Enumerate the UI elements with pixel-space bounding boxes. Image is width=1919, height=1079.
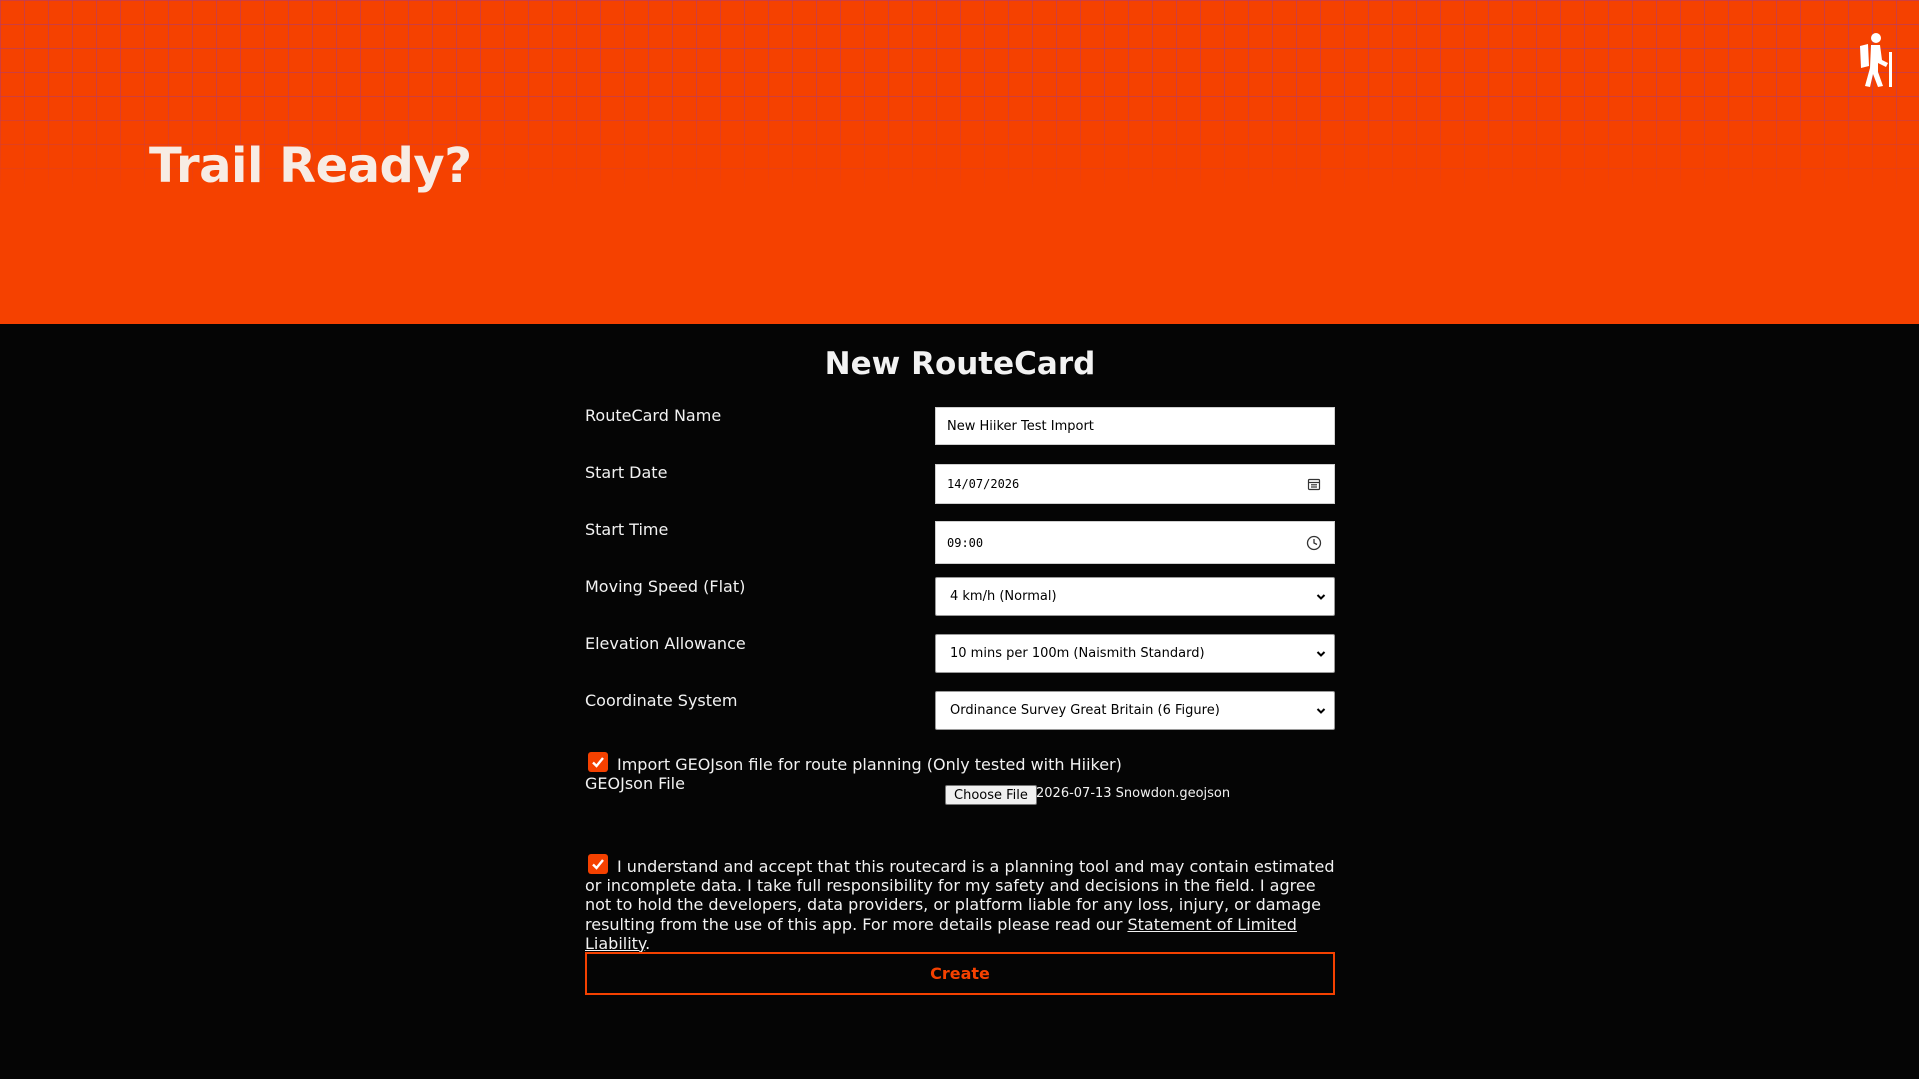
routecard-name-value: New Hiiker Test Import (947, 418, 1094, 434)
liability-disclaimer: I understand and accept that this routec… (585, 857, 1335, 953)
clock-icon[interactable] (1306, 535, 1322, 551)
chevron-down-icon (1316, 707, 1326, 714)
coordinate-system-value: Ordinance Survey Great Britain (6 Figure… (950, 703, 1220, 718)
start-date-label: Start Date (585, 463, 668, 482)
elevation-allowance-select[interactable]: 10 mins per 100m (Naismith Standard) (935, 634, 1335, 673)
hero-banner: Trail Ready? (0, 0, 1919, 324)
routecard-name-input[interactable]: New Hiiker Test Import (935, 407, 1335, 445)
start-date-input[interactable]: 14/07/2026 (935, 464, 1335, 504)
elevation-allowance-value: 10 mins per 100m (Naismith Standard) (950, 646, 1205, 661)
selected-file-name: 2026-07-13 Snowdon.geojson (1036, 786, 1231, 801)
start-time-label: Start Time (585, 520, 669, 539)
moving-speed-value: 4 km/h (Normal) (950, 589, 1057, 604)
import-geojson-checkbox[interactable] (588, 752, 608, 772)
elevation-allowance-label: Elevation Allowance (585, 634, 746, 653)
page-title: Trail Ready? (149, 138, 472, 194)
moving-speed-select[interactable]: 4 km/h (Normal) (935, 577, 1335, 616)
import-geojson-label: Import GEOJson file for route planning (… (617, 755, 1122, 774)
create-button[interactable]: Create (585, 952, 1335, 995)
coordinate-system-label: Coordinate System (585, 691, 738, 710)
disclaimer-suffix: . (645, 933, 651, 953)
geojson-file-label: GEOJson File (585, 774, 685, 793)
checkmark-icon (592, 757, 604, 768)
chevron-down-icon (1316, 593, 1326, 600)
form-title: New RouteCard (824, 346, 1096, 382)
chevron-down-icon (1316, 650, 1326, 657)
coordinate-system-select[interactable]: Ordinance Survey Great Britain (6 Figure… (935, 691, 1335, 730)
choose-file-button[interactable]: Choose File (945, 785, 1037, 805)
start-date-value: 14/07/2026 (947, 477, 1020, 491)
calendar-icon[interactable] (1306, 476, 1322, 492)
routecard-name-label: RouteCard Name (585, 406, 722, 425)
moving-speed-label: Moving Speed (Flat) (585, 577, 746, 596)
start-time-input[interactable]: 09:00 (935, 521, 1335, 564)
hiker-icon[interactable] (1850, 32, 1898, 88)
start-time-value: 09:00 (947, 535, 984, 550)
